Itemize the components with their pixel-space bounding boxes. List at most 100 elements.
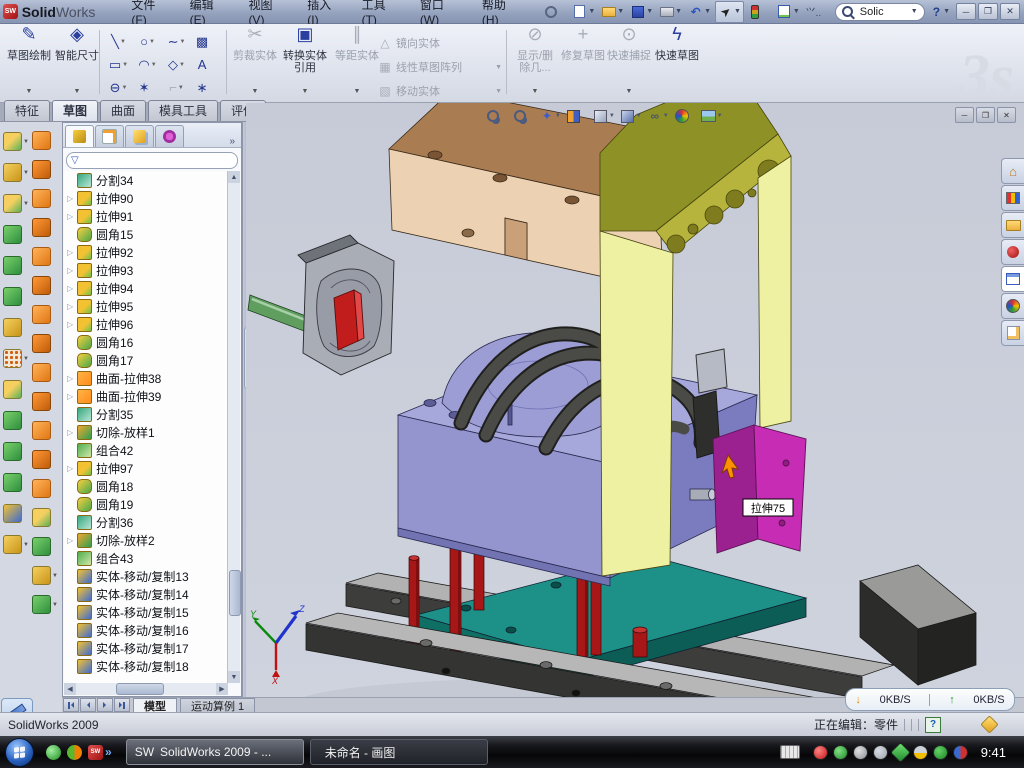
search-input[interactable]: [858, 5, 910, 19]
dropdown-caret-icon[interactable]: ▼: [252, 86, 259, 98]
feature-tree-item[interactable]: ▷ 实体-移动/复制18: [64, 657, 228, 675]
surface-tool-button[interactable]: ▼: [31, 474, 59, 503]
command-tab[interactable]: 草图: [52, 100, 98, 121]
quick-launch-icon[interactable]: SW: [88, 745, 103, 760]
view-tool-button[interactable]: ▼: [700, 106, 724, 126]
surface-tool-button[interactable]: ▼: [31, 213, 59, 242]
close-button[interactable]: ✕: [1000, 3, 1020, 20]
feature-tree-item[interactable]: ▷ 圆角18: [64, 477, 228, 495]
feature-tree-item[interactable]: ▷ 拉伸92: [64, 243, 228, 261]
sketch-entity-button[interactable]: A ▼: [191, 53, 220, 76]
ribbon-stack-button[interactable]: ▧ 移动实体 ▼: [378, 80, 502, 102]
next-tab-button[interactable]: [97, 698, 113, 712]
graphics-area[interactable]: Y Z X 拉伸75 ▼ ▼: [246, 103, 1024, 697]
dropdown-caret-icon[interactable]: ▼: [626, 86, 633, 98]
feature-tree-item[interactable]: ▷ 圆角16: [64, 333, 228, 351]
help-caret-icon[interactable]: ▼: [943, 8, 950, 15]
feature-tool-button[interactable]: ▼: [2, 219, 30, 250]
model-insert-part[interactable]: [298, 235, 394, 375]
ribbon-stack-button[interactable]: ▦ 线性草图阵列 ▼: [378, 56, 502, 78]
view-tool-button[interactable]: ▼: [565, 106, 589, 126]
last-tab-button[interactable]: [114, 698, 130, 712]
sketch-entity-button[interactable]: ◠ ▼: [133, 53, 162, 76]
doc-minimize-button[interactable]: ─: [955, 107, 974, 123]
help-button[interactable]: ?: [933, 5, 940, 19]
model-tab[interactable]: 模型: [133, 698, 177, 713]
task-pane-tab[interactable]: [1001, 212, 1024, 238]
surface-tool-button[interactable]: ▼: [31, 445, 59, 474]
dropdown-caret-icon[interactable]: ▼: [23, 139, 29, 145]
sketch-entity-button[interactable]: ╲ ▼: [104, 30, 133, 53]
dropdown-caret-icon[interactable]: ▼: [532, 86, 539, 98]
ribbon-large-button[interactable]: ✎ 草图绘制 ▼: [6, 28, 52, 98]
surface-tool-button[interactable]: ▼: [31, 561, 59, 590]
feature-tree-item[interactable]: ▷ 实体-移动/复制16: [64, 621, 228, 639]
expand-arrow-icon[interactable]: ▷: [67, 374, 76, 383]
scroll-right-arrow[interactable]: ▶: [216, 683, 228, 695]
tag-icon[interactable]: [980, 715, 998, 733]
surface-tool-button[interactable]: ▼: [31, 532, 59, 561]
ribbon-right-button[interactable]: ⊙ 快速捕捉 ▼: [606, 28, 652, 98]
dropdown-caret-icon[interactable]: ▼: [179, 62, 185, 68]
toolbar-button[interactable]: ▼: [657, 2, 684, 22]
toolbar-button[interactable]: ↶ ▼: [686, 2, 713, 22]
surface-tool-button[interactable]: ▼: [31, 271, 59, 300]
ribbon-mid-button[interactable]: ✂ 剪裁实体 ▼: [232, 28, 278, 98]
sketch-entity-button[interactable]: ∗ ▼: [191, 76, 220, 99]
feature-tree-item[interactable]: ▷ 实体-移动/复制15: [64, 603, 228, 621]
scroll-left-arrow[interactable]: ◀: [64, 683, 76, 695]
scroll-down-arrow[interactable]: ▼: [228, 671, 240, 683]
feature-tree-item[interactable]: ▷ 实体-移动/复制13: [64, 567, 228, 585]
feature-tree-item[interactable]: ▷ 拉伸90: [64, 189, 228, 207]
quick-launch-icon[interactable]: [46, 745, 61, 760]
filter-field[interactable]: ▽: [66, 152, 238, 169]
dropdown-caret-icon[interactable]: ▼: [151, 62, 157, 68]
feature-tree-item[interactable]: ▷ 拉伸91: [64, 207, 228, 225]
expand-arrow-icon[interactable]: ▷: [67, 284, 76, 293]
quick-launch-icon[interactable]: [67, 745, 82, 760]
expand-arrow-icon[interactable]: ▷: [67, 248, 76, 257]
dropdown-caret-icon[interactable]: ▼: [120, 39, 126, 45]
view-tool-button[interactable]: ✦ ▼: [538, 106, 562, 126]
toolbar-button[interactable]: ▼: [775, 2, 802, 22]
toolbar-button[interactable]: ▼: [746, 2, 773, 22]
feature-tool-button[interactable]: ▼: [2, 126, 30, 157]
dropdown-caret-icon[interactable]: ▼: [793, 8, 800, 15]
sketch-entity-button[interactable]: ◇ ▼: [162, 53, 191, 76]
feature-tree-item[interactable]: ▷ 拉伸95: [64, 297, 228, 315]
feature-tree-item[interactable]: ▷ 分割34: [64, 171, 228, 189]
configurationmanager-tab[interactable]: [125, 125, 154, 147]
dropdown-caret-icon[interactable]: ▼: [495, 64, 502, 71]
scroll-up-arrow[interactable]: ▲: [228, 171, 240, 183]
expand-arrow-icon[interactable]: ▷: [67, 428, 76, 437]
toolbar-button[interactable]: ▼: [541, 2, 568, 22]
view-tool-button[interactable]: ▼: [511, 106, 535, 126]
input-method-keyboard-icon[interactable]: [780, 745, 800, 759]
expand-arrow-icon[interactable]: ▷: [67, 194, 76, 203]
dropdown-caret-icon[interactable]: ▼: [555, 113, 561, 119]
surface-tool-button[interactable]: ▼: [31, 329, 59, 358]
task-pane-tab[interactable]: [1001, 320, 1024, 346]
dropdown-caret-icon[interactable]: ▼: [74, 86, 81, 98]
task-pane-tab[interactable]: ⌂: [1001, 158, 1024, 184]
tray-icon[interactable]: [913, 745, 928, 760]
feature-tool-button[interactable]: ▼: [2, 312, 30, 343]
surface-tool-button[interactable]: ▼: [31, 155, 59, 184]
dropdown-caret-icon[interactable]: ▼: [23, 170, 29, 176]
expand-arrow-icon[interactable]: ▷: [67, 320, 76, 329]
view-tool-button[interactable]: ▼: [619, 106, 643, 126]
task-pane-tab[interactable]: [1001, 185, 1024, 211]
dropdown-caret-icon[interactable]: ▼: [178, 85, 184, 91]
taskbar-window-button[interactable]: SW SolidWorks 2009 - ...: [126, 739, 304, 765]
doc-restore-button[interactable]: ❐: [976, 107, 995, 123]
propertymanager-tab[interactable]: [95, 125, 124, 147]
dropdown-caret-icon[interactable]: ▼: [149, 39, 155, 45]
expand-arrow-icon[interactable]: ▷: [67, 536, 76, 545]
dropdown-caret-icon[interactable]: ▼: [495, 88, 502, 95]
toolbar-button[interactable]: ▼: [628, 2, 655, 22]
toolbar-button[interactable]: ⺍.. ▼: [804, 2, 831, 22]
tree-horizontal-scrollbar[interactable]: ◀ ▶: [64, 683, 228, 695]
dropdown-caret-icon[interactable]: ▼: [675, 8, 682, 15]
feature-tree-item[interactable]: ▷ 组合43: [64, 549, 228, 567]
toolbar-button[interactable]: ▼: [599, 2, 626, 22]
